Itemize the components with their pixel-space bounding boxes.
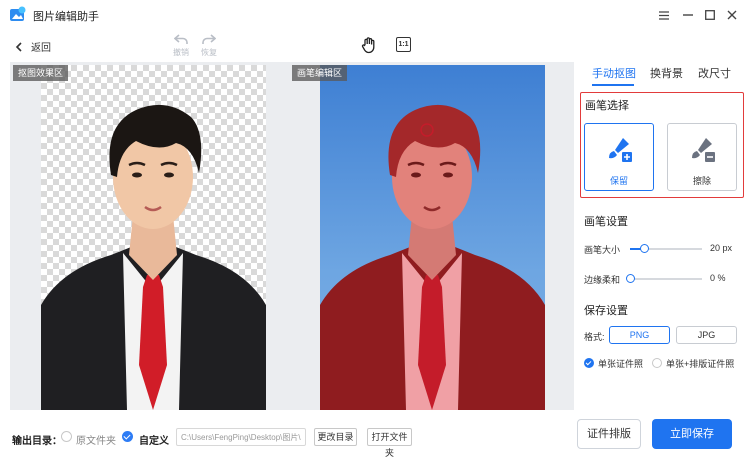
close-icon[interactable] (724, 7, 740, 23)
keep-label: 保留 (609, 176, 628, 186)
cutout-result-image (41, 65, 266, 410)
actual-size-button[interactable]: 1:1 (396, 37, 411, 52)
brush-edit-image[interactable] (320, 65, 545, 410)
undo-label: 撤销 (173, 48, 189, 57)
menu-icon[interactable] (656, 7, 672, 23)
chevron-left-icon (12, 40, 26, 54)
title-bar: 图片编辑助手 (0, 0, 750, 30)
keep-brush-button[interactable]: 保留 (584, 123, 654, 191)
single-photo-checkbox[interactable] (584, 358, 594, 368)
editing-canvas: 抠图效果区 画笔编辑区 (10, 62, 574, 410)
brush-select-section: 画笔选择 保留 擦除 (580, 92, 744, 198)
single-photo-label: 单张证件照 (598, 359, 644, 369)
back-label: 返回 (31, 43, 51, 54)
feather-value: 0 % (710, 273, 726, 283)
output-dir-label: 输出目录： (12, 436, 62, 447)
brush-select-title: 画笔选择 (585, 100, 629, 112)
redo-icon (202, 34, 216, 44)
undo-button[interactable]: 撤销 (169, 34, 193, 58)
brush-minus-icon (692, 138, 715, 162)
portrait-masked (320, 104, 545, 410)
format-jpg-button[interactable]: JPG (676, 326, 737, 344)
redo-button[interactable]: 恢复 (197, 34, 221, 58)
format-png-button[interactable]: PNG (609, 326, 670, 344)
tab-change-background[interactable]: 换背景 (650, 65, 683, 81)
original-folder-radio[interactable] (61, 431, 72, 442)
undo-icon (174, 34, 188, 44)
settings-panel: 手动抠图 换背景 改尺寸 画笔选择 保留 擦除 画笔设置 画笔大小 20 px … (574, 62, 750, 410)
brush-size-label: 画笔大小 (584, 245, 621, 255)
save-settings-title: 保存设置 (584, 305, 628, 317)
photo-layout-button[interactable]: 证件排版 (577, 419, 641, 449)
combo-photo-checkbox[interactable] (652, 358, 662, 368)
custom-folder-radio[interactable] (122, 431, 133, 442)
tab-manual-cutout[interactable]: 手动抠图 (592, 65, 636, 81)
app-title: 图片编辑助手 (33, 11, 99, 23)
feather-thumb[interactable] (626, 274, 635, 283)
back-button[interactable]: 返回 (12, 39, 51, 54)
original-folder-label: 原文件夹 (76, 436, 116, 447)
brush-size-thumb[interactable] (640, 244, 649, 253)
brush-size-value: 20 px (710, 243, 733, 253)
feather-label: 边缘柔和 (584, 275, 621, 285)
erase-label: 擦除 (692, 176, 711, 186)
brush-settings-title: 画笔设置 (584, 216, 628, 228)
brush-area-tag: 画笔编辑区 (292, 65, 348, 81)
format-label: 格式: (584, 332, 605, 342)
redo-label: 恢复 (201, 48, 217, 57)
minimize-icon[interactable] (680, 7, 696, 23)
feather-slider[interactable] (630, 278, 702, 280)
portrait-cutout (41, 104, 266, 410)
custom-folder-label: 自定义 (139, 436, 169, 447)
cutout-area-tag: 抠图效果区 (13, 65, 69, 81)
tab-resize[interactable]: 改尺寸 (698, 65, 731, 81)
app-logo-icon (10, 6, 26, 21)
erase-brush-button[interactable]: 擦除 (667, 123, 737, 191)
maximize-icon[interactable] (702, 7, 718, 23)
brush-plus-icon (609, 138, 632, 162)
open-folder-button[interactable]: 打开文件夹 (367, 428, 412, 458)
bottom-bar: 输出目录： 原文件夹 自定义 更改目录 打开文件夹 证件排版 立即保存 (0, 410, 750, 465)
change-dir-button[interactable]: 更改目录 (314, 428, 357, 446)
save-now-button[interactable]: 立即保存 (652, 419, 732, 449)
hand-icon[interactable] (360, 36, 378, 54)
toolbar: 返回 撤销 恢复 1:1 (0, 30, 750, 62)
active-tab-indicator (592, 84, 634, 86)
output-path-input[interactable] (176, 428, 306, 446)
combo-photo-label: 单张+排版证件照 (666, 359, 735, 369)
